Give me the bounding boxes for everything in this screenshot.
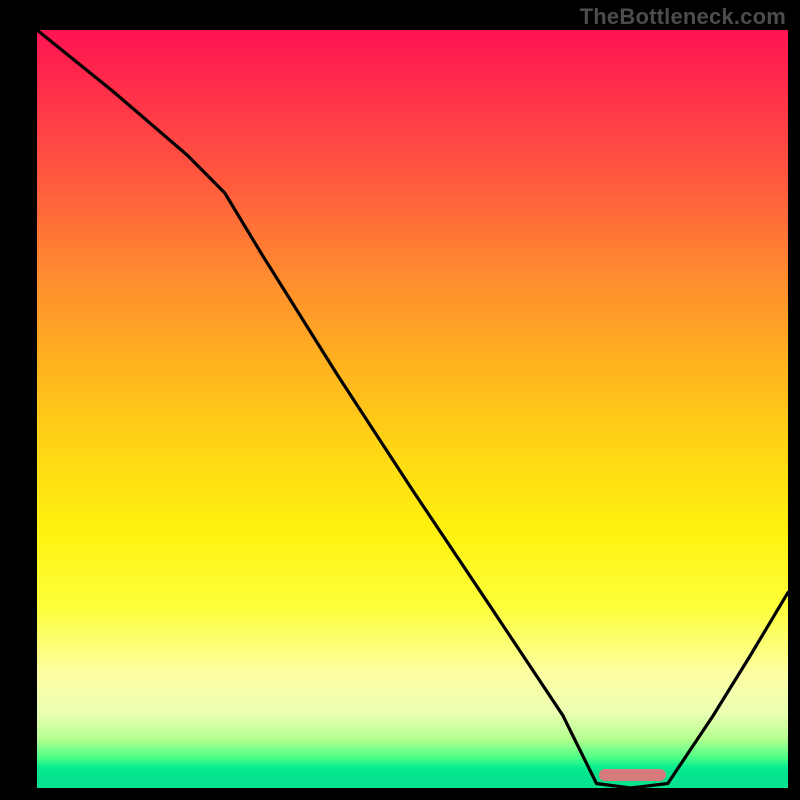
chart-frame: TheBottleneck.com xyxy=(0,0,800,800)
bottleneck-curve-layer xyxy=(37,30,788,788)
watermark-text: TheBottleneck.com xyxy=(580,4,786,30)
plot-area xyxy=(37,30,788,788)
optimal-range-marker xyxy=(599,769,667,781)
score-curve xyxy=(37,30,788,788)
